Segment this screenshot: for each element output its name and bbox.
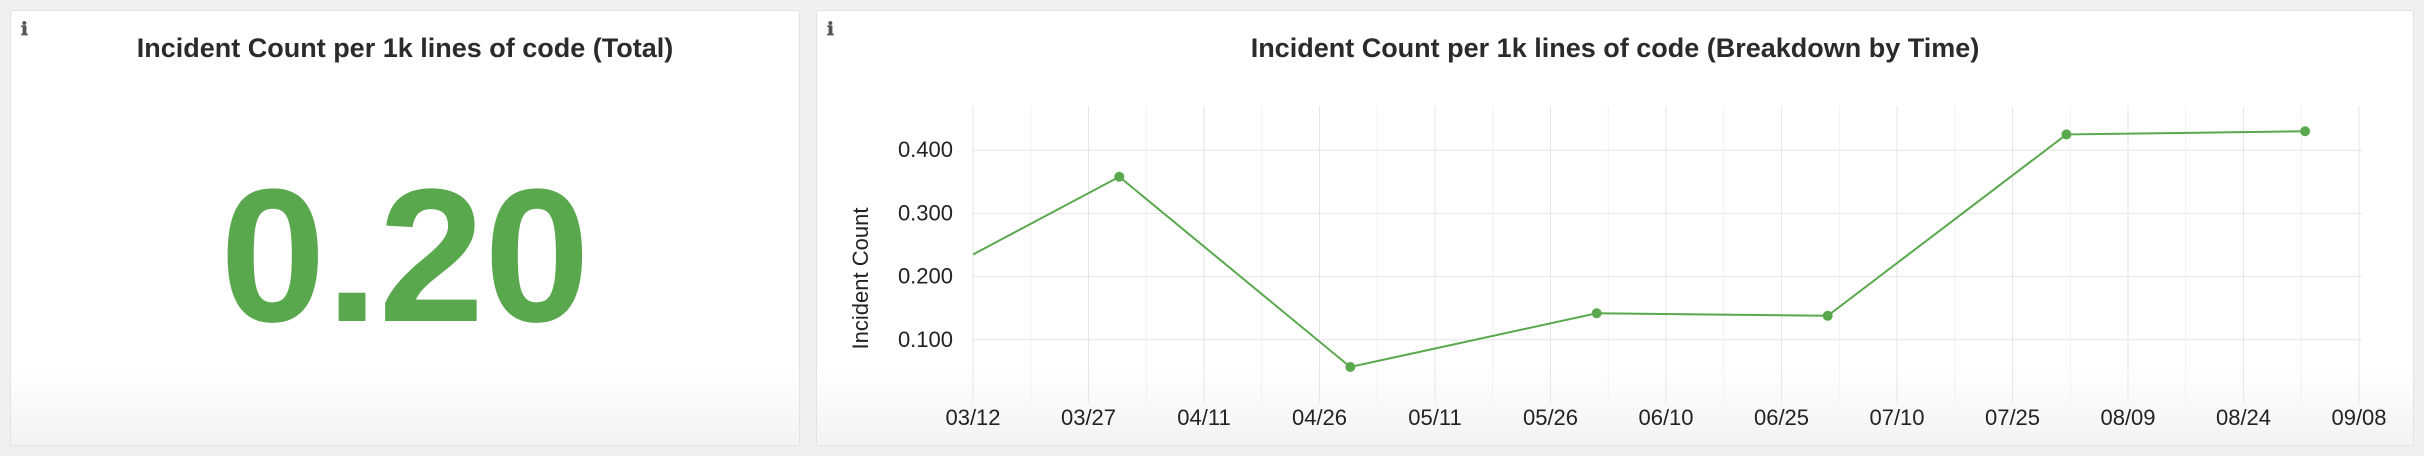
y-axis-title: Incident Count (848, 208, 873, 350)
x-tick-label: 04/11 (1177, 405, 1230, 430)
x-tick-label: 03/27 (1061, 405, 1116, 430)
series-line (972, 130, 2306, 369)
y-tick-label: 0.100 (898, 327, 953, 352)
x-tick-label: 06/10 (1638, 405, 1693, 430)
y-tick-label: 0.400 (898, 137, 953, 162)
x-tick-label: 08/24 (2216, 405, 2271, 430)
x-tick-label: 05/11 (1408, 405, 1461, 430)
panel-breakdown-by-time: ℹ Incident Count per 1k lines of code (B… (816, 10, 2414, 446)
panel-title: Incident Count per 1k lines of code (Tot… (136, 33, 674, 63)
data-point (1114, 171, 1125, 182)
y-tick-label: 0.300 (898, 200, 953, 225)
data-point (1345, 361, 1356, 372)
data-point (2061, 129, 2072, 140)
x-tick-label: 03/12 (945, 405, 1000, 430)
x-tick-label: 07/25 (1985, 405, 2040, 430)
data-point (1591, 308, 1602, 319)
data-point (1822, 310, 1833, 321)
x-tick-label: 06/25 (1754, 405, 1809, 430)
x-tick-label: 04/26 (1292, 405, 1347, 430)
x-tick-label: 09/08 (2331, 405, 2386, 430)
x-tick-label: 08/09 (2100, 405, 2155, 430)
panel-total: ℹ Incident Count per 1k lines of code (T… (10, 10, 800, 446)
x-tick-label: 05/26 (1523, 405, 1578, 430)
data-point (2300, 126, 2311, 137)
line-chart: 03/12 03/27 04/11 04/26 05/11 05/26 06/10 06/25… (848, 106, 2387, 430)
total-value: 0.20 (220, 150, 590, 362)
x-tick-label: 07/10 (1869, 405, 1924, 430)
y-tick-label: 0.200 (898, 264, 953, 289)
